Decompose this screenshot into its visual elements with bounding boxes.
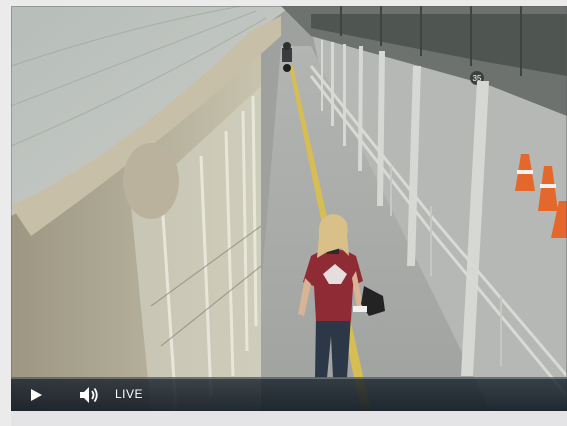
video-player[interactable]: 35 [11, 6, 567, 411]
distant-rider [282, 42, 292, 72]
play-icon[interactable] [29, 388, 43, 402]
screen-frame: 35 LIVE [0, 0, 567, 426]
volume-icon[interactable] [79, 386, 99, 404]
live-indicator: LIVE [115, 387, 144, 401]
progress-bar[interactable] [11, 377, 567, 379]
player-controls: LIVE [11, 377, 567, 411]
bottom-bezel [11, 411, 567, 426]
canopy-support [123, 143, 179, 219]
surveillance-video-frame: 35 [11, 6, 567, 411]
